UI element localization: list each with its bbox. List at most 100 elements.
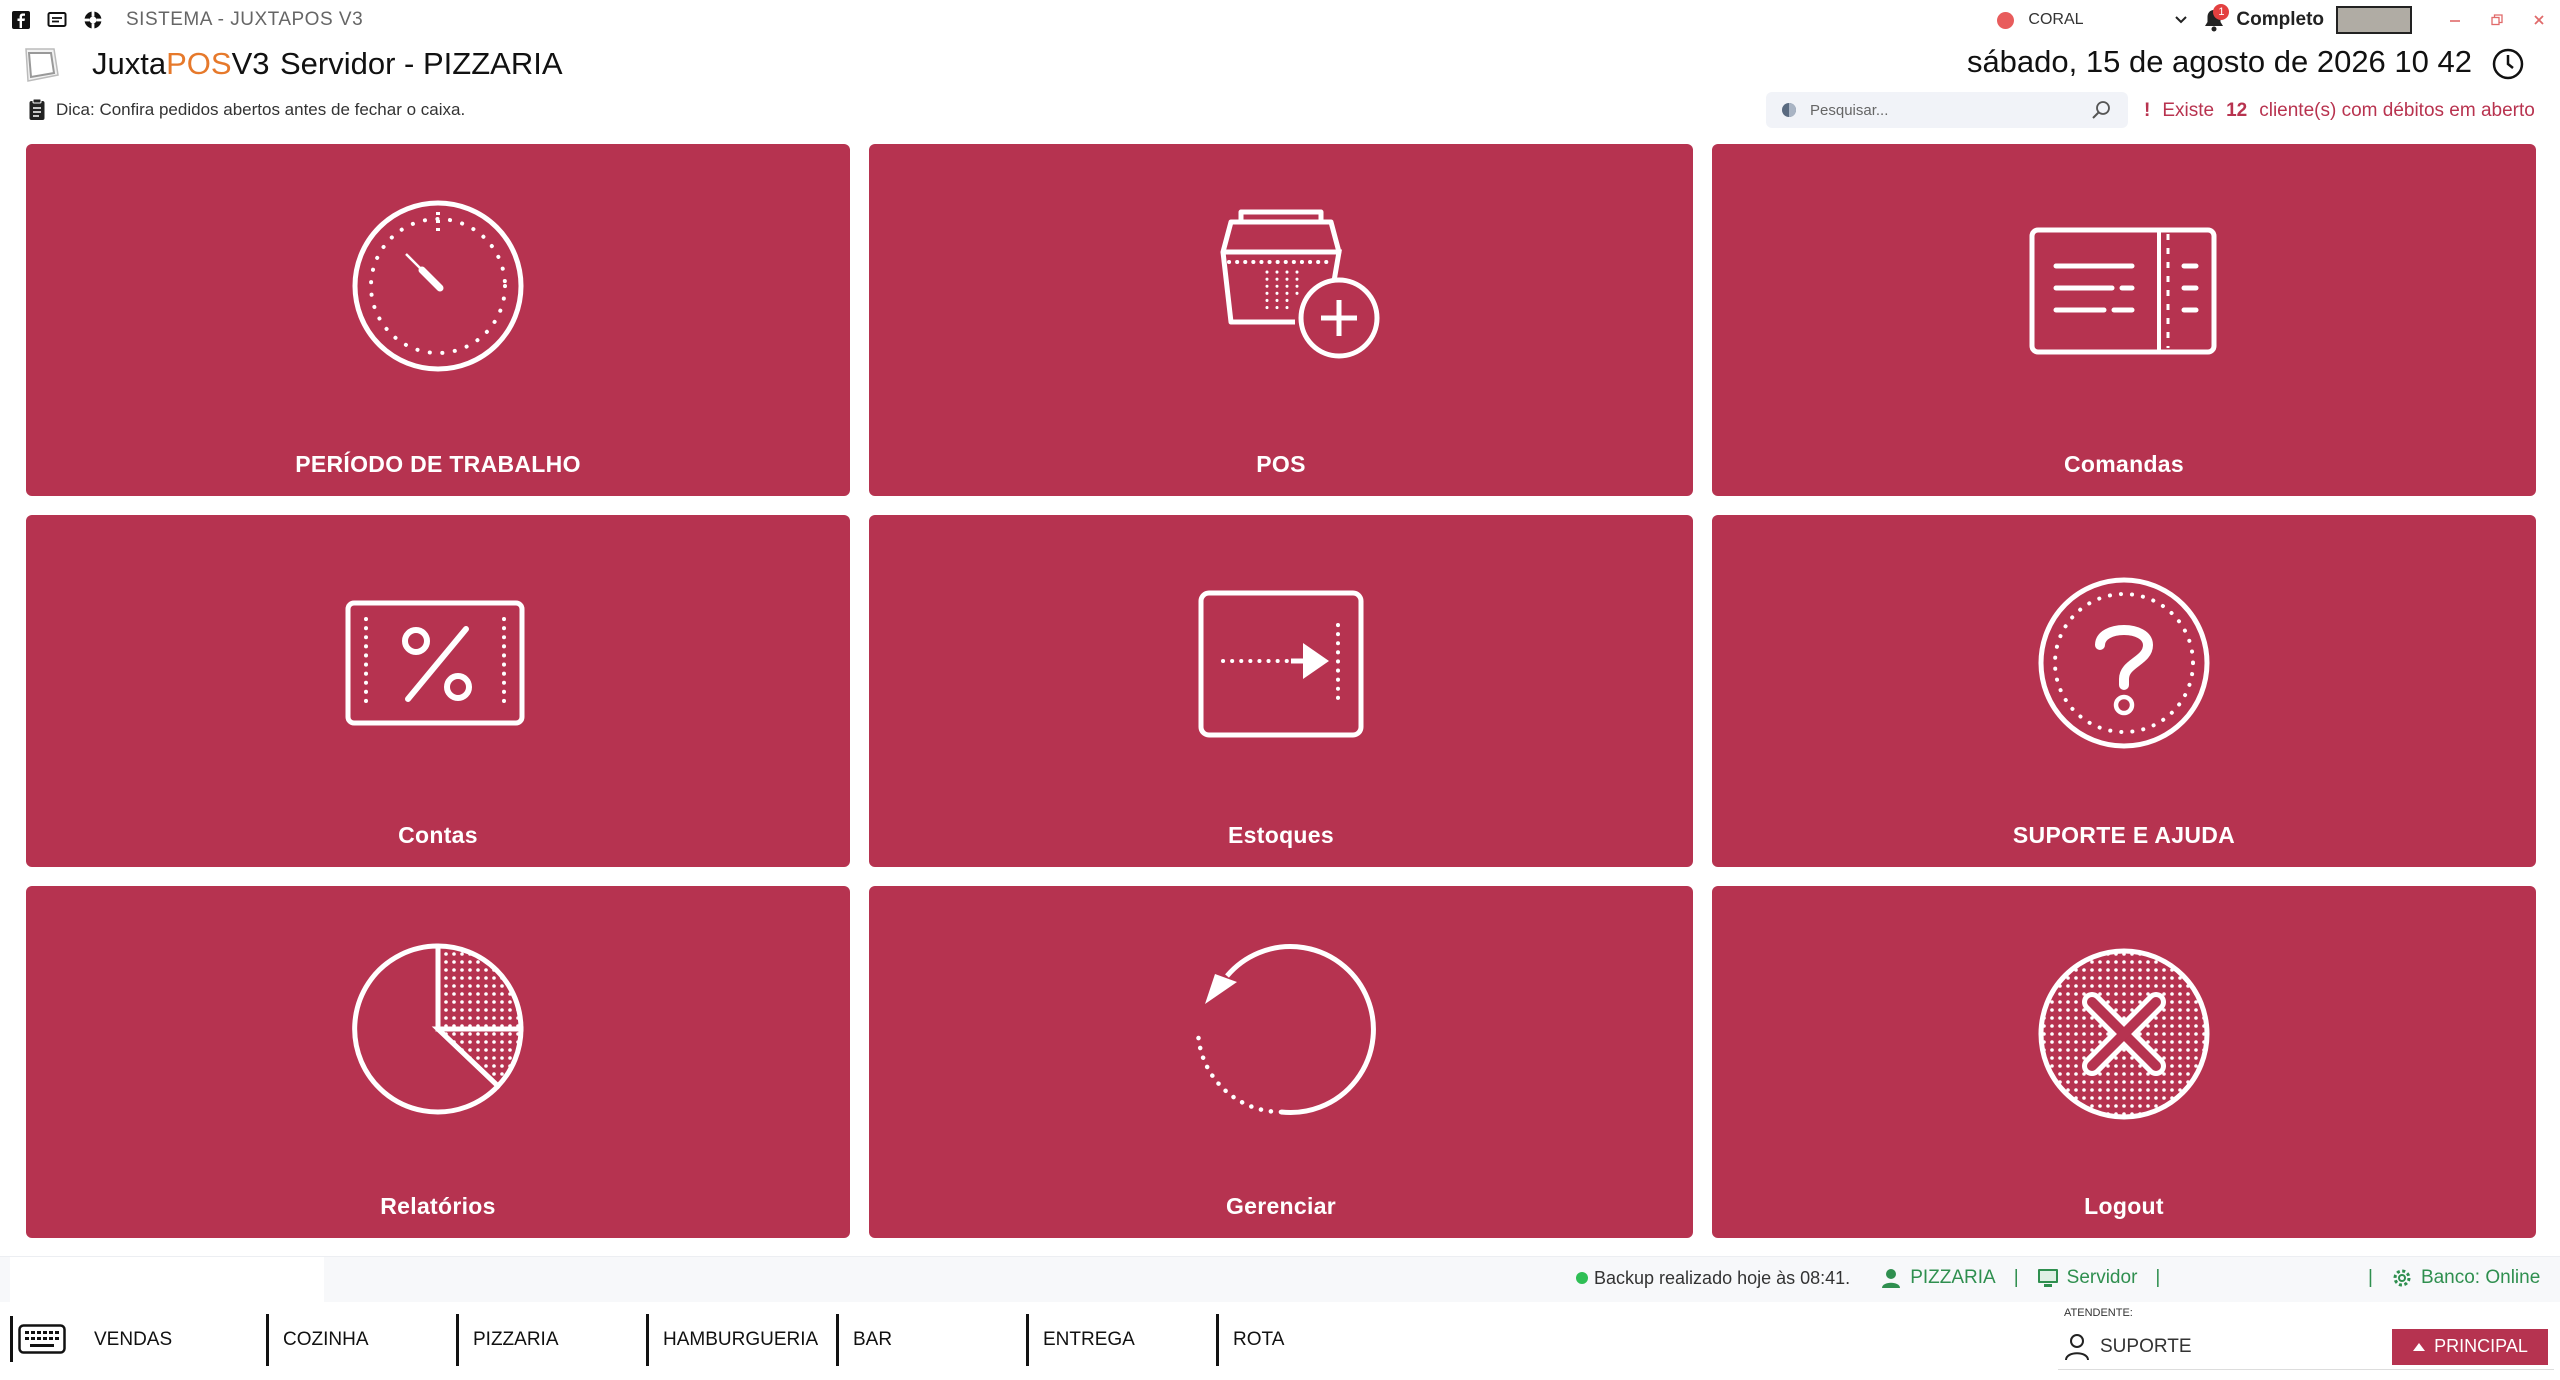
database-gear-icon xyxy=(2393,1269,2411,1287)
tip-text: Dica: Confira pedidos abertos antes de f… xyxy=(56,100,466,119)
current-datetime: sábado, 15 de agosto de 2026 10 42 xyxy=(1966,44,2472,79)
notification-badge: 1 xyxy=(2213,4,2230,20)
close-icon xyxy=(2534,15,2544,25)
close-circle-icon xyxy=(2038,948,2210,1120)
debt-suffix: cliente(s) com débitos em aberto xyxy=(2259,100,2535,121)
tile-pos[interactable]: POS xyxy=(869,144,1693,496)
title-bar-right: CORAL 1 Completo xyxy=(1997,0,2560,40)
status-items: Backup realizado hoje às 08:41. PIZZARIA… xyxy=(1576,1267,2178,1289)
app-name-accent: POS xyxy=(166,46,232,81)
server-label: Servidor - PIZZARIA xyxy=(280,46,563,81)
ticket-icon xyxy=(2029,227,2217,355)
app-name: JuxtaPOSV3 xyxy=(92,46,270,82)
user-outline-icon xyxy=(2065,1333,2089,1360)
close-window-button[interactable] xyxy=(2518,0,2560,40)
minimize-icon xyxy=(2450,20,2460,22)
module-tabs: VENDAS COZINHA PIZZARIA HAMBURGUERIA BAR… xyxy=(76,1314,1406,1366)
mode-toggle[interactable] xyxy=(2336,6,2412,34)
status-left-panel xyxy=(10,1257,324,1303)
pie-chart-icon xyxy=(352,943,524,1115)
app-name-suffix: V3 xyxy=(231,46,270,81)
refresh-icon xyxy=(1195,944,1376,1116)
minimize-button[interactable] xyxy=(2434,0,2476,40)
tile-gerenciar[interactable]: Gerenciar xyxy=(869,886,1693,1238)
app-logo-icon xyxy=(20,45,62,85)
tile-label: Relatórios xyxy=(380,1193,496,1219)
tile-periodo-de-trabalho[interactable]: PERÍODO DE TRABALHO xyxy=(26,144,850,496)
window-title: SISTEMA - JUXTAPOS V3 xyxy=(126,9,364,30)
tab-cozinha[interactable]: COZINHA xyxy=(266,1314,456,1366)
question-icon xyxy=(2038,577,2210,749)
title-bar-icons xyxy=(0,9,104,31)
keyboard-icon xyxy=(18,1324,66,1354)
tab-bar[interactable]: BAR xyxy=(836,1314,1026,1366)
principal-button[interactable]: PRINCIPAL xyxy=(2392,1328,2548,1365)
debt-count: 12 xyxy=(2226,100,2248,121)
attendant-field[interactable]: SUPORTE PRINCIPAL xyxy=(2058,1324,2554,1370)
bottom-bar: VENDAS COZINHA PIZZARIA HAMBURGUERIA BAR… xyxy=(0,1302,2560,1380)
tab-entrega[interactable]: ENTREGA xyxy=(1026,1314,1216,1366)
tile-label: Logout xyxy=(2084,1193,2164,1219)
restore-icon xyxy=(2491,14,2503,26)
tile-relatorios[interactable]: Relatórios xyxy=(26,886,850,1238)
tip-row: Dica: Confira pedidos abertos antes de f… xyxy=(0,92,2560,136)
clock-icon[interactable] xyxy=(2490,46,2526,82)
basket-add-icon xyxy=(1220,209,1380,359)
stopwatch-icon xyxy=(352,200,524,372)
main-menu-grid: PERÍODO DE TRABALHO POS Comandas Contas … xyxy=(26,144,2536,1238)
tab-pizzaria[interactable]: PIZZARIA xyxy=(456,1314,646,1366)
clipboard-icon xyxy=(28,98,46,122)
company-select[interactable]: CORAL xyxy=(2028,11,2166,29)
tile-label: SUPORTE E AJUDA xyxy=(2012,822,2236,848)
mode-label: Completo xyxy=(2236,9,2324,30)
tab-vendas[interactable]: VENDAS xyxy=(76,1314,266,1366)
connection-status-dot xyxy=(1997,11,2015,29)
app-name-prefix: Juxta xyxy=(92,46,167,81)
database-status: | Banco: Online xyxy=(2350,1267,2540,1289)
facebook-icon[interactable] xyxy=(10,9,32,31)
tile-estoques[interactable]: Estoques xyxy=(869,515,1693,867)
tile-suporte-e-ajuda[interactable]: SUPORTE E AJUDA xyxy=(1712,515,2536,867)
search-box xyxy=(1766,92,2128,128)
tab-rota[interactable]: ROTA xyxy=(1216,1314,1406,1366)
search-scope-icon xyxy=(1782,103,1796,117)
attendant-name: SUPORTE xyxy=(2100,1335,2192,1357)
app-header: JuxtaPOSV3 Servidor - PIZZARIA sábado, 1… xyxy=(0,40,2560,92)
tile-label: Estoques xyxy=(1228,822,1334,848)
alert-mark: ! xyxy=(2144,100,2151,121)
tile-comandas[interactable]: Comandas xyxy=(1712,144,2536,496)
tile-logout[interactable]: Logout xyxy=(1712,886,2536,1238)
monitor-icon xyxy=(2037,1269,2058,1287)
server-status: Servidor xyxy=(2066,1267,2138,1288)
tile-label: Gerenciar xyxy=(1225,1193,1337,1219)
tile-label: POS xyxy=(1256,451,1306,477)
notifications-button[interactable]: 1 xyxy=(2196,2,2232,38)
tile-contas[interactable]: Contas xyxy=(26,515,850,867)
tile-label: Comandas xyxy=(2064,451,2184,477)
status-separator: | xyxy=(2155,1267,2161,1288)
status-bar: Backup realizado hoje às 08:41. PIZZARIA… xyxy=(0,1256,2560,1303)
database-status-text: Banco: Online xyxy=(2420,1267,2541,1288)
support-wheel-icon[interactable] xyxy=(82,9,104,31)
attendant-panel: ATENDENTE: SUPORTE PRINCIPAL xyxy=(2058,1304,2554,1376)
search-input[interactable] xyxy=(1798,101,2090,119)
principal-button-label: PRINCIPAL xyxy=(2434,1336,2528,1356)
status-separator: | xyxy=(2013,1267,2019,1288)
debt-prefix: Existe xyxy=(2162,100,2215,121)
debt-notice[interactable]: ! Existe 12 cliente(s) com débitos em abert… xyxy=(2144,100,2535,122)
backup-status-dot xyxy=(1576,1272,1588,1284)
tile-label: PERÍODO DE TRABALHO xyxy=(295,451,581,477)
percent-coupon-icon xyxy=(345,600,525,726)
title-bar: SISTEMA - JUXTAPOS V3 CORAL 1 Completo xyxy=(0,0,2560,40)
tile-label: Contas xyxy=(398,822,478,848)
chevron-down-icon[interactable] xyxy=(2166,15,2196,25)
status-separator: | xyxy=(2368,1267,2373,1288)
keyboard-button[interactable] xyxy=(10,1316,66,1362)
tab-hamburgueria[interactable]: HAMBURGUERIA xyxy=(646,1314,836,1366)
backup-status: Backup realizado hoje às 08:41. xyxy=(1594,1267,1851,1288)
user-icon xyxy=(1882,1269,1901,1288)
message-icon[interactable] xyxy=(46,9,68,31)
search-icon[interactable] xyxy=(2090,99,2112,121)
arrow-in-box-icon xyxy=(1198,590,1364,738)
restore-button[interactable] xyxy=(2476,0,2518,40)
